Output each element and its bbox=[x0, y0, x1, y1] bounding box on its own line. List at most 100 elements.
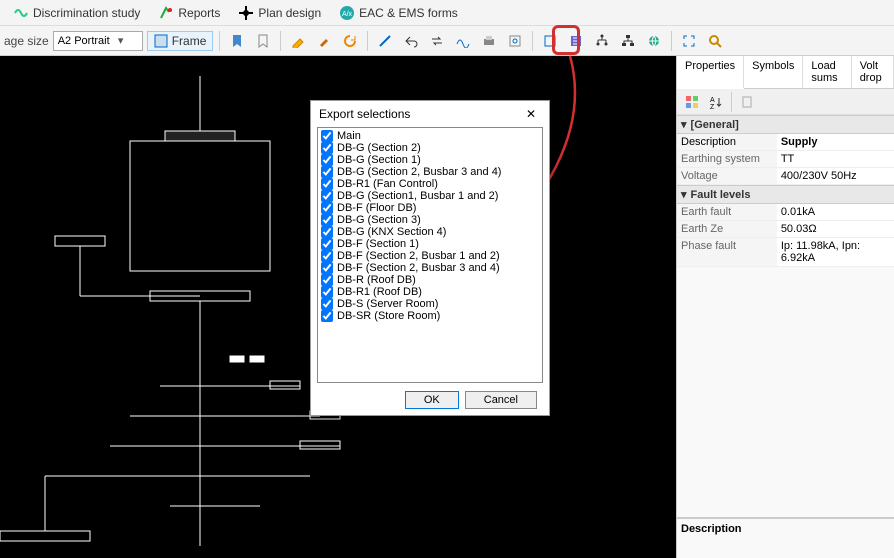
dialog-title: Export selections bbox=[319, 107, 410, 121]
tab-volt-drop[interactable]: Volt drop bbox=[852, 56, 894, 88]
export-item-label: DB-F (Section 2, Busbar 3 and 4) bbox=[337, 262, 500, 274]
export-item-label: DB-G (Section1, Busbar 1 and 2) bbox=[337, 190, 498, 202]
prop-value[interactable]: TT bbox=[777, 151, 894, 167]
export-item-label: DB-G (Section 2) bbox=[337, 142, 421, 154]
export-selections-icon[interactable] bbox=[565, 30, 587, 52]
preview-icon[interactable] bbox=[504, 30, 526, 52]
export-item[interactable]: DB-G (Section 2) bbox=[320, 142, 540, 154]
tab-load-sums[interactable]: Load sums bbox=[803, 56, 851, 88]
line-icon[interactable] bbox=[374, 30, 396, 52]
bookmark-outline-icon[interactable] bbox=[252, 30, 274, 52]
sort-az-icon[interactable]: AZ bbox=[705, 91, 727, 113]
prop-category-general[interactable]: ▾[General] bbox=[677, 115, 894, 134]
tab-properties[interactable]: Properties bbox=[677, 56, 744, 89]
export-item-checkbox[interactable] bbox=[321, 238, 333, 250]
export-item-label: DB-G (KNX Section 4) bbox=[337, 226, 446, 238]
export-item-checkbox[interactable] bbox=[321, 202, 333, 214]
svg-text:Z: Z bbox=[710, 104, 715, 109]
export-item-checkbox[interactable] bbox=[321, 298, 333, 310]
undo-icon[interactable] bbox=[400, 30, 422, 52]
hierarchy-icon[interactable] bbox=[617, 30, 639, 52]
export-item[interactable]: DB-F (Section 1) bbox=[320, 238, 540, 250]
tab-discrimination[interactable]: Discrimination study bbox=[4, 2, 149, 24]
tab-label: Reports bbox=[178, 6, 220, 20]
export-item-checkbox[interactable] bbox=[321, 178, 333, 190]
export-item-checkbox[interactable] bbox=[321, 130, 333, 142]
prop-value[interactable]: Ip: 11.98kA, Ipn: 6.92kA bbox=[777, 238, 894, 266]
export-item[interactable]: Main bbox=[320, 130, 540, 142]
prop-name: Earth fault bbox=[677, 204, 777, 220]
reports-icon bbox=[158, 5, 174, 21]
export-item-checkbox[interactable] bbox=[321, 214, 333, 226]
refresh-icon[interactable] bbox=[339, 30, 361, 52]
export-item[interactable]: DB-R (Roof DB) bbox=[320, 274, 540, 286]
print-icon[interactable] bbox=[478, 30, 500, 52]
svg-text:A: A bbox=[710, 97, 715, 104]
export-item-label: DB-R (Roof DB) bbox=[337, 274, 416, 286]
export-item[interactable]: DB-S (Server Room) bbox=[320, 298, 540, 310]
export-item[interactable]: DB-F (Section 2, Busbar 3 and 4) bbox=[320, 262, 540, 274]
tab-symbols[interactable]: Symbols bbox=[744, 56, 803, 88]
export-item[interactable]: DB-F (Section 2, Busbar 1 and 2) bbox=[320, 250, 540, 262]
export-item-checkbox[interactable] bbox=[321, 262, 333, 274]
prop-value[interactable]: 0.01kA bbox=[777, 204, 894, 220]
group-square-icon[interactable] bbox=[539, 30, 561, 52]
export-item-label: DB-G (Section 1) bbox=[337, 154, 421, 166]
svg-text:A/x: A/x bbox=[342, 11, 353, 18]
export-item[interactable]: DB-G (KNX Section 4) bbox=[320, 226, 540, 238]
prop-value[interactable]: Supply bbox=[777, 134, 894, 150]
description-pane: Description bbox=[677, 518, 894, 558]
export-item[interactable]: DB-SR (Store Room) bbox=[320, 310, 540, 322]
export-item-checkbox[interactable] bbox=[321, 226, 333, 238]
export-item-checkbox[interactable] bbox=[321, 286, 333, 298]
swap-icon[interactable] bbox=[426, 30, 448, 52]
page-size-label: age size bbox=[4, 34, 49, 48]
eac-icon: A/x bbox=[339, 5, 355, 21]
export-item-checkbox[interactable] bbox=[321, 190, 333, 202]
page-icon[interactable] bbox=[736, 91, 758, 113]
export-item[interactable]: DB-G (Section 3) bbox=[320, 214, 540, 226]
export-item-label: DB-G (Section 2, Busbar 3 and 4) bbox=[337, 166, 501, 178]
tab-eac-ems[interactable]: A/x EAC & EMS forms bbox=[330, 2, 467, 24]
ok-button[interactable]: OK bbox=[405, 391, 459, 409]
export-item-checkbox[interactable] bbox=[321, 274, 333, 286]
page-size-combo[interactable]: A2 Portrait ▾ bbox=[53, 31, 143, 51]
export-item-checkbox[interactable] bbox=[321, 310, 333, 322]
export-item[interactable]: DB-G (Section1, Busbar 1 and 2) bbox=[320, 190, 540, 202]
close-icon[interactable]: ✕ bbox=[521, 107, 541, 121]
export-item[interactable]: DB-F (Floor DB) bbox=[320, 202, 540, 214]
export-item[interactable]: DB-G (Section 2, Busbar 3 and 4) bbox=[320, 166, 540, 178]
bookmark-icon[interactable] bbox=[226, 30, 248, 52]
export-item[interactable]: DB-R1 (Roof DB) bbox=[320, 286, 540, 298]
tab-label: Discrimination study bbox=[33, 6, 140, 20]
export-item-label: DB-R1 (Fan Control) bbox=[337, 178, 438, 190]
globe-icon[interactable] bbox=[643, 30, 665, 52]
frame-button[interactable]: Frame bbox=[147, 31, 214, 51]
export-checklist[interactable]: MainDB-G (Section 2)DB-G (Section 1)DB-G… bbox=[317, 127, 543, 383]
prop-value[interactable]: 400/230V 50Hz bbox=[777, 168, 894, 184]
prop-name: Earth Ze bbox=[677, 221, 777, 237]
plan-icon bbox=[238, 5, 254, 21]
export-item-checkbox[interactable] bbox=[321, 142, 333, 154]
combo-value: A2 Portrait bbox=[58, 35, 110, 47]
zoom-icon[interactable] bbox=[704, 30, 726, 52]
tab-reports[interactable]: Reports bbox=[149, 2, 229, 24]
prop-value[interactable]: 50.03Ω bbox=[777, 221, 894, 237]
tab-plan-design[interactable]: Plan design bbox=[229, 2, 330, 24]
export-item-label: DB-F (Section 2, Busbar 1 and 2) bbox=[337, 250, 500, 262]
categorize-icon[interactable] bbox=[681, 91, 703, 113]
cancel-button[interactable]: Cancel bbox=[465, 391, 537, 409]
fit-icon[interactable] bbox=[678, 30, 700, 52]
prop-name: Voltage bbox=[677, 168, 777, 184]
export-item[interactable]: DB-R1 (Fan Control) bbox=[320, 178, 540, 190]
export-item-checkbox[interactable] bbox=[321, 166, 333, 178]
wave-icon[interactable] bbox=[452, 30, 474, 52]
export-item-checkbox[interactable] bbox=[321, 250, 333, 262]
brush-icon[interactable] bbox=[313, 30, 335, 52]
export-item-label: DB-SR (Store Room) bbox=[337, 310, 440, 322]
tree-icon[interactable] bbox=[591, 30, 613, 52]
export-item[interactable]: DB-G (Section 1) bbox=[320, 154, 540, 166]
export-item-checkbox[interactable] bbox=[321, 154, 333, 166]
pencil-icon[interactable] bbox=[287, 30, 309, 52]
prop-category-fault[interactable]: ▾Fault levels bbox=[677, 185, 894, 204]
